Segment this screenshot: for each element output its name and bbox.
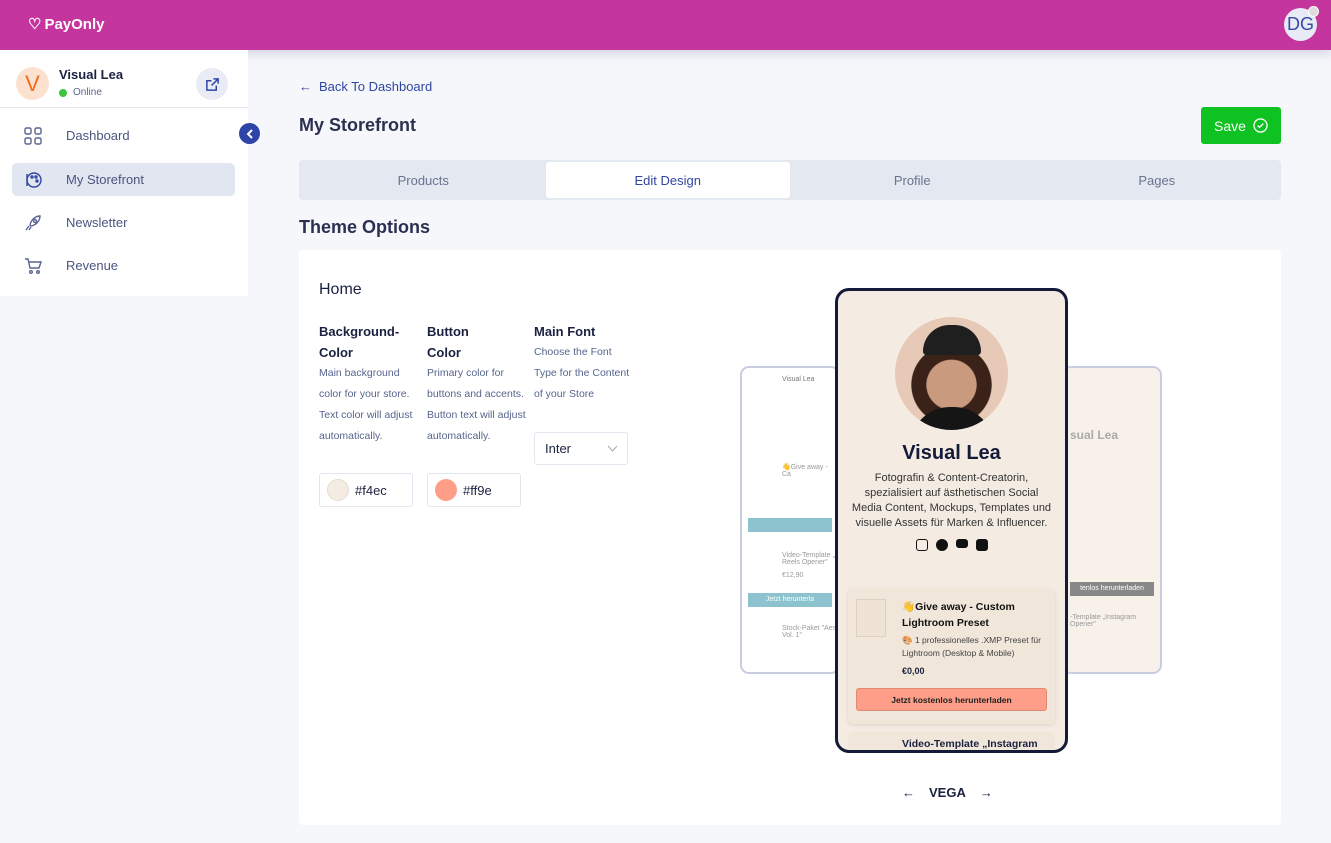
user-name: Visual Lea [59,67,124,82]
spotify-icon [935,539,948,551]
instagram-icon [915,539,928,551]
open-store-button[interactable] [196,68,228,100]
sidebar-item-dashboard[interactable]: Dashboard [12,119,235,152]
background-color-option: Background- Color Main background color f… [319,324,413,442]
tab-edit-design[interactable]: Edit Design [545,162,790,198]
product-card: Video-Template „Instagram [848,732,1055,750]
theme-preview-next[interactable]: sual Lea tenlos herunterladen -Template … [1062,366,1162,674]
online-dot [59,88,67,97]
sidebar-item-my-storefront[interactable]: My Storefront [12,163,235,196]
arrow-left-icon[interactable]: ← [902,785,915,800]
youtube-icon [955,539,968,548]
chevron-left-icon [246,128,253,139]
logo[interactable]: ♡ PayOnly [28,15,104,34]
main-font-option: Main Font Choose the Font Type for the C… [534,324,630,400]
cart-icon [25,257,42,274]
avatar: V [16,67,49,100]
product-card: 👋Give away - Custom Lightroom Preset 🎨 1… [848,589,1055,724]
top-bar: ♡ PayOnly DG [0,0,1331,50]
background-color-input[interactable]: #f4ec [319,473,413,507]
color-swatch[interactable] [435,479,457,501]
tab-profile[interactable]: Profile [790,162,1035,198]
chevron-down-icon [607,445,618,452]
tab-pages[interactable]: Pages [1035,162,1280,198]
theme-switcher: ← VEGA → [902,785,993,800]
palette-icon [26,171,42,188]
button-color-input[interactable]: #ff9e [427,473,521,507]
arrow-left-icon: ← [299,79,312,94]
theme-preview-phone: Visual Lea Fotografin & Content-Creatori… [835,288,1068,753]
collapse-sidebar-button[interactable] [239,123,260,144]
tab-products[interactable]: Products [301,162,546,198]
section-title: Home [319,281,362,298]
arrow-right-icon[interactable]: → [980,785,993,800]
grid-icon [24,126,42,145]
product-thumbnail [856,599,886,637]
external-link-icon [205,77,219,91]
crown-icon [1308,6,1319,17]
theme-card: Home Background- Color Main background co… [299,250,1281,825]
theme-name: VEGA [929,785,966,800]
save-button[interactable]: Save [1201,107,1281,144]
page-title: My Storefront [299,115,416,135]
heart-logo-icon: ♡ [28,16,42,33]
sidebar-item-newsletter[interactable]: Newsletter [12,206,235,239]
status: Online [59,87,102,98]
back-to-dashboard-link[interactable]: ← Back To Dashboard [299,79,432,94]
rocket-icon [25,214,41,230]
profile-photo [895,317,1008,430]
font-select[interactable]: Inter [534,432,628,465]
sidebar: V Visual Lea Online Dashboard My Storefr… [0,50,248,296]
sidebar-item-revenue[interactable]: Revenue [12,249,235,282]
download-button: Jetzt kostenlos herunterladen [856,688,1047,711]
check-circle-icon [1253,118,1268,133]
button-color-option: Button Color Primary color for buttons an… [427,324,526,442]
user-avatar[interactable]: DG [1284,6,1319,41]
linkedin-icon [975,539,988,551]
tabs: Products Edit Design Profile Pages [299,160,1281,200]
theme-preview-prev[interactable]: Visual Lea 👋Give away - Ca Video-Templat… [740,366,840,674]
color-swatch[interactable] [327,479,349,501]
sidebar-user: V Visual Lea Online [0,50,248,108]
theme-options-heading: Theme Options [299,217,431,237]
